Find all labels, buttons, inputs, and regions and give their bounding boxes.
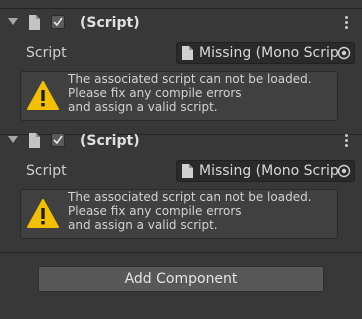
script-object-field[interactable]: Missing (Mono Script): [176, 160, 355, 182]
script-component-1: (Script) Script Missing (Mono Script) Th…: [0, 8, 362, 126]
kebab-menu-icon[interactable]: [345, 16, 349, 30]
warning-icon: [27, 81, 59, 110]
script-file-icon: [29, 15, 40, 30]
checkmark-icon: [53, 17, 63, 27]
warning-helpbox: The associated script can not be loaded.…: [20, 189, 338, 239]
script-field-value: Missing (Mono Script): [199, 163, 339, 179]
foldout-arrow-icon[interactable]: [8, 18, 18, 25]
enabled-checkbox[interactable]: [51, 133, 65, 147]
script-field-row: Script Missing (Mono Script): [0, 160, 362, 182]
add-component-button[interactable]: Add Component: [38, 266, 324, 292]
warning-icon: [27, 199, 59, 228]
warning-line: Please fix any compile errors: [68, 204, 242, 218]
component-title: (Script): [80, 133, 140, 149]
enabled-checkbox[interactable]: [51, 15, 65, 29]
object-picker-icon[interactable]: [337, 46, 351, 60]
object-picker-icon[interactable]: [337, 164, 351, 178]
component-header[interactable]: (Script): [0, 126, 362, 156]
script-field-row: Script Missing (Mono Script): [0, 42, 362, 64]
kebab-menu-icon[interactable]: [345, 134, 349, 148]
warning-line: The associated script can not be loaded.: [68, 190, 312, 204]
warning-helpbox: The associated script can not be loaded.…: [20, 71, 338, 121]
warning-message: The associated script can not be loaded.…: [68, 190, 312, 232]
warning-line: and assign a valid script.: [68, 218, 218, 232]
warning-line: The associated script can not be loaded.: [68, 72, 312, 86]
script-field-value: Missing (Mono Script): [199, 45, 339, 61]
script-object-field[interactable]: Missing (Mono Script): [176, 42, 355, 64]
script-field-label: Script: [26, 163, 67, 179]
bottom-divider: [0, 252, 362, 253]
script-file-icon: [182, 164, 193, 178]
component-header[interactable]: (Script): [0, 8, 362, 38]
warning-message: The associated script can not be loaded.…: [68, 72, 312, 114]
script-file-icon: [182, 46, 193, 60]
warning-line: and assign a valid script.: [68, 100, 218, 114]
script-field-label: Script: [26, 45, 67, 61]
checkmark-icon: [53, 135, 63, 145]
warning-line: Please fix any compile errors: [68, 86, 242, 100]
script-file-icon: [29, 133, 40, 148]
foldout-arrow-icon[interactable]: [8, 136, 18, 143]
script-component-2: (Script) Script Missing (Mono Script) Th…: [0, 126, 362, 244]
component-title: (Script): [80, 15, 140, 31]
